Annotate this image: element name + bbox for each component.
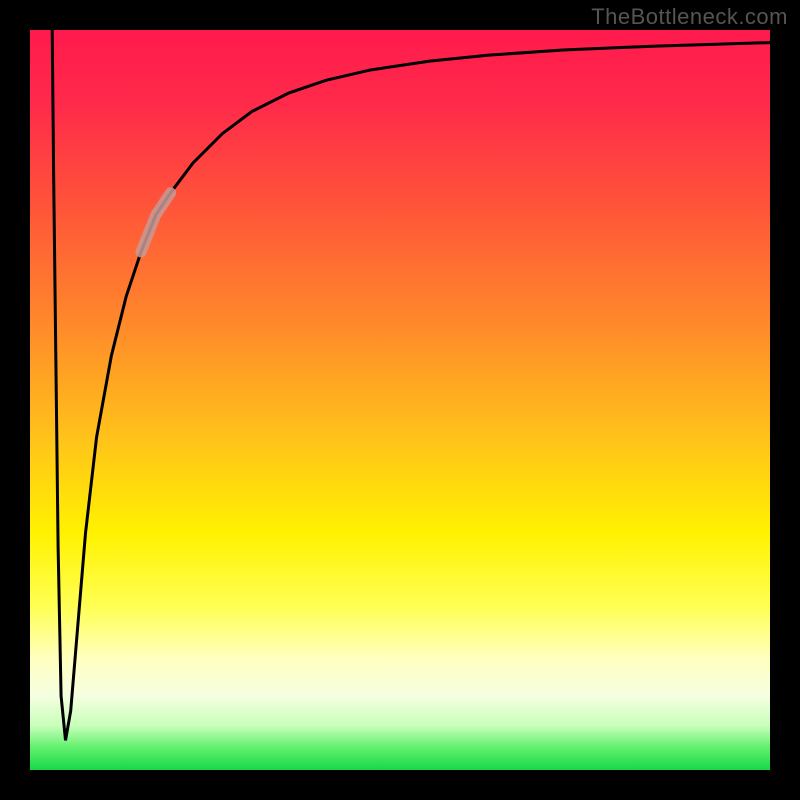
- chart-frame: TheBottleneck.com: [0, 0, 800, 800]
- curve-svg: [30, 30, 770, 770]
- curve-highlight: [141, 193, 171, 252]
- watermark-text: TheBottleneck.com: [591, 4, 788, 30]
- bottleneck-curve: [52, 30, 770, 740]
- plot-area: [30, 30, 770, 770]
